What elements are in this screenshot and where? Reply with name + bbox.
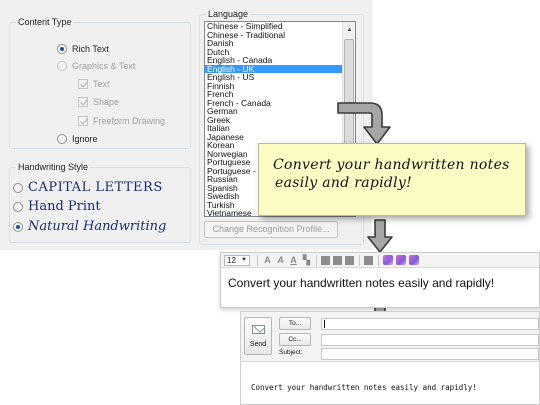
chevron-down-icon: ▼ bbox=[241, 257, 247, 263]
handwritten-sticky-note: Convert your handwritten notes easily an… bbox=[258, 143, 526, 216]
to-button[interactable]: To... bbox=[279, 317, 311, 330]
down-arrow-icon bbox=[367, 219, 393, 253]
scroll-up-arrow-icon[interactable]: ▲ bbox=[343, 24, 355, 36]
text-checkbox[interactable]: Text bbox=[78, 78, 110, 90]
shape-label: Shape bbox=[93, 97, 120, 107]
language-title: Language bbox=[206, 9, 251, 20]
handwritten-line-2: easily and rapidly! bbox=[275, 175, 413, 191]
ink-color-icon[interactable] bbox=[383, 255, 394, 265]
text-editor: 12 ▼ A A A ▚ Convert your handwritten no… bbox=[220, 252, 540, 308]
graphics-text-label: Graphics & Text bbox=[72, 61, 136, 71]
freeform-drawing-checkbox[interactable]: Freeform Drawing bbox=[78, 115, 165, 127]
radio-icon bbox=[57, 134, 67, 144]
compose-header: Send To... Cc... Subject: bbox=[241, 312, 539, 362]
rich-text-radio[interactable]: Rich Text bbox=[57, 43, 109, 55]
radio-icon bbox=[13, 182, 23, 193]
formatting-toolbar: 12 ▼ A A A ▚ bbox=[221, 253, 539, 268]
handwritten-line-1: Convert your handwritten notes bbox=[273, 157, 510, 173]
highlight-icon[interactable]: ▚ bbox=[301, 255, 311, 265]
cc-field[interactable] bbox=[321, 334, 539, 346]
text-label: Text bbox=[93, 79, 110, 89]
underline-font-icon[interactable]: A bbox=[288, 255, 298, 265]
change-recognition-profile-button[interactable]: Change Recognition Profile... bbox=[204, 221, 338, 238]
align-right-icon[interactable] bbox=[345, 255, 355, 265]
send-button[interactable]: Send bbox=[244, 317, 272, 355]
toolbar-separator bbox=[256, 254, 258, 266]
font-size-value: 12 bbox=[227, 255, 236, 265]
natural-handwriting-radio[interactable]: Natural Handwriting bbox=[13, 219, 166, 234]
font-size-select[interactable]: 12 ▼ bbox=[224, 254, 250, 266]
graphics-text-radio[interactable]: Graphics & Text bbox=[57, 60, 135, 72]
natural-handwriting-label: Natural Handwriting bbox=[28, 219, 167, 234]
subject-field[interactable] bbox=[321, 348, 539, 360]
radio-selected-icon bbox=[13, 221, 23, 232]
cc-button[interactable]: Cc... bbox=[279, 333, 311, 346]
editor-content[interactable]: Convert your handwritten notes easily an… bbox=[228, 276, 494, 290]
subject-label: Subject: bbox=[279, 349, 303, 356]
toolbar-separator bbox=[358, 254, 360, 266]
envelope-icon bbox=[252, 325, 265, 334]
hand-print-radio[interactable]: Hand Print bbox=[13, 199, 101, 214]
font-icon[interactable]: A bbox=[262, 255, 272, 265]
email-body[interactable]: Convert your handwritten notes easily an… bbox=[251, 383, 477, 392]
list-icon[interactable] bbox=[364, 255, 374, 265]
align-center-icon[interactable] bbox=[333, 255, 343, 265]
content-type-title: Content Type bbox=[16, 17, 74, 28]
capital-letters-radio[interactable]: CAPITAL LETTERS bbox=[13, 180, 163, 195]
to-field[interactable] bbox=[321, 318, 539, 330]
hand-print-label: Hand Print bbox=[28, 199, 101, 214]
freeform-drawing-label: Freeform Drawing bbox=[93, 116, 166, 126]
radio-selected-icon bbox=[57, 44, 67, 54]
italic-font-icon[interactable]: A bbox=[275, 255, 285, 265]
rich-text-label: Rich Text bbox=[72, 44, 109, 54]
checkbox-checked-icon bbox=[78, 116, 88, 126]
send-label: Send bbox=[249, 341, 267, 348]
checkbox-checked-icon bbox=[78, 79, 88, 89]
ink-effects-icon[interactable] bbox=[396, 255, 407, 265]
email-compose-window: Send To... Cc... Subject: Convert your h… bbox=[240, 311, 540, 405]
capital-letters-label: CAPITAL LETTERS bbox=[28, 180, 163, 195]
ignore-label: Ignore bbox=[72, 134, 98, 144]
text-caret bbox=[324, 320, 325, 328]
toolbar-separator bbox=[377, 254, 379, 266]
align-left-icon[interactable] bbox=[321, 255, 331, 265]
curved-arrow-icon bbox=[337, 102, 391, 145]
shape-checkbox[interactable]: Shape bbox=[78, 96, 119, 108]
handwritten-text: Convert your handwritten notes easily an… bbox=[273, 156, 511, 192]
eraser-icon[interactable] bbox=[409, 255, 420, 265]
toolbar-separator bbox=[315, 254, 317, 266]
radio-icon bbox=[13, 201, 23, 212]
checkbox-checked-icon bbox=[78, 97, 88, 107]
radio-icon bbox=[57, 61, 67, 71]
handwriting-style-group: Handwriting Style CAPITAL LETTERS Hand P… bbox=[9, 162, 191, 243]
content-type-group: Content Type Rich Text Graphics & Text T… bbox=[9, 17, 191, 149]
ignore-radio[interactable]: Ignore bbox=[57, 133, 98, 145]
handwriting-style-title: Handwriting Style bbox=[16, 162, 91, 173]
